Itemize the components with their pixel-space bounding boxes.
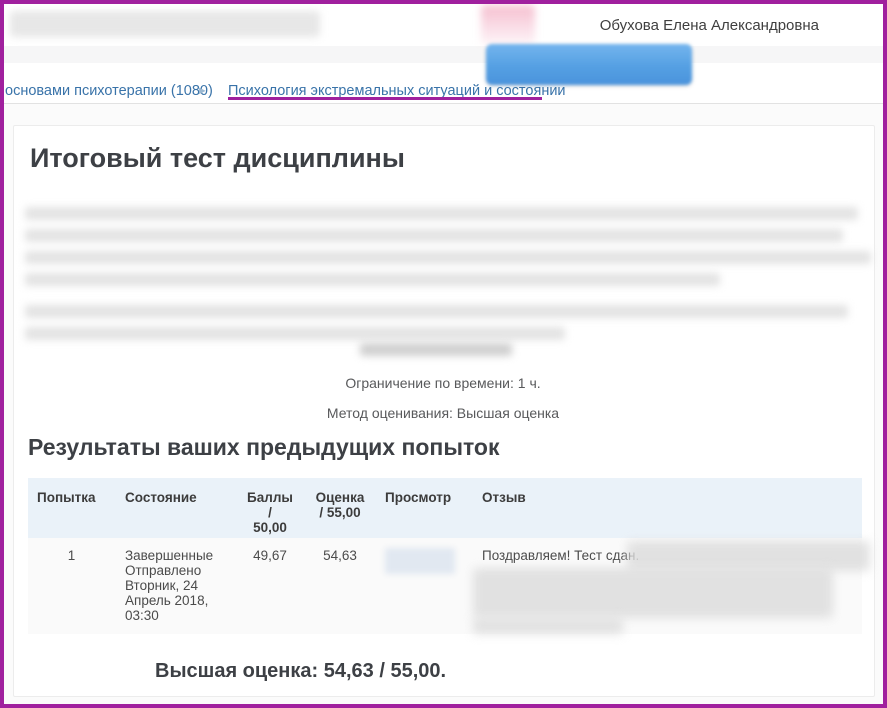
- grading-method-text: Метод оценивания: Высшая оценка: [326, 405, 560, 421]
- attempt-submitted: Отправлено Вторник, 24 Апрель 2018, 03:3…: [125, 563, 209, 623]
- col-header-marks-max: / 50,00: [253, 505, 287, 535]
- redacted-nav-menu: [10, 11, 320, 37]
- col-header-grade-label: Оценка: [315, 490, 365, 505]
- redacted-feedback-text: [473, 618, 623, 634]
- cell-grade: 54,63: [323, 548, 357, 563]
- col-header-grade-max: / 55,00: [319, 505, 361, 520]
- breadcrumb-separator-icon: ►: [197, 85, 208, 97]
- highest-grade-summary: Высшая оценка: 54,63 / 55,00.: [155, 660, 447, 682]
- redacted-feedback-text: [473, 568, 833, 618]
- redacted-text-line: [25, 207, 858, 220]
- col-header-state: Состояние: [125, 490, 197, 505]
- cell-attempt-number: 1: [67, 548, 76, 563]
- redacted-button[interactable]: [486, 44, 692, 85]
- col-header-review: Просмотр: [385, 490, 452, 505]
- redacted-text-line: [25, 327, 565, 340]
- col-header-grade: Оценка / 55,00: [305, 478, 375, 538]
- annotation-underline: [228, 97, 542, 100]
- redacted-text-line: [25, 229, 843, 242]
- col-header-marks: Баллы / 50,00: [235, 478, 305, 538]
- col-header-feedback: Отзыв: [482, 490, 526, 505]
- redacted-text-line: [25, 305, 848, 318]
- redacted-review-link[interactable]: [385, 548, 455, 574]
- attempt-state: Завершенные: [125, 548, 214, 563]
- breadcrumb-link-course[interactable]: основами психотерапии (1080): [5, 83, 213, 99]
- redacted-notification-badge: [481, 5, 535, 44]
- page-title: Итоговый тест дисциплины: [30, 143, 405, 173]
- quiz-page: Обухова Елена Александровна основами пси…: [0, 0, 887, 708]
- results-heading: Результаты ваших предыдущих попыток: [28, 434, 500, 460]
- secondary-nav-bar: [4, 46, 883, 63]
- redacted-feedback-text: [627, 541, 870, 571]
- user-name: Обухова Елена Александровна: [599, 17, 819, 34]
- redacted-text-line: [25, 251, 871, 264]
- col-header-marks-label: Баллы: [247, 490, 293, 505]
- cell-marks: 49,67: [253, 548, 287, 563]
- time-limit-text: Ограничение по времени: 1 ч.: [345, 375, 541, 391]
- cell-state: Завершенные Отправлено Вторник, 24 Апрел…: [115, 538, 235, 634]
- redacted-text-line: [25, 273, 720, 286]
- redacted-text-line: [360, 343, 512, 356]
- col-header-attempt: Попытка: [37, 490, 96, 505]
- table-header-row: Попытка Состояние Баллы / 50,00 Оценка /…: [28, 478, 862, 538]
